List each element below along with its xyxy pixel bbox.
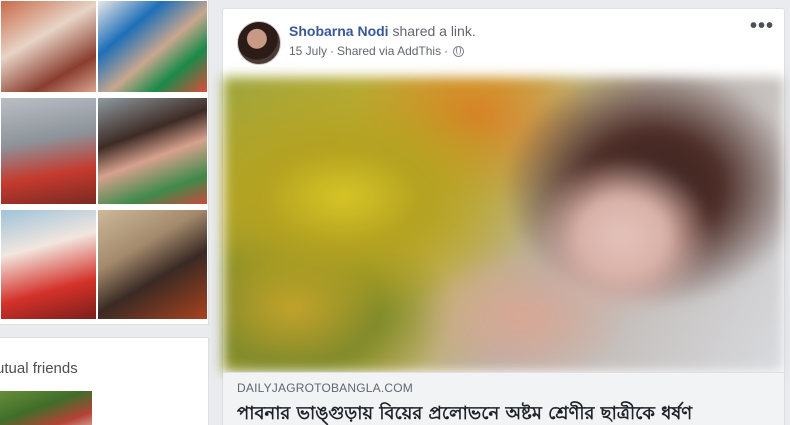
author-avatar[interactable] <box>237 21 281 65</box>
post-meta: 15 July · Shared via AddThis · <box>289 44 476 58</box>
photo-5[interactable] <box>0 209 97 320</box>
photo-2[interactable] <box>97 0 208 93</box>
photo-4[interactable] <box>97 97 208 205</box>
photos-card <box>0 0 209 325</box>
post-card: Shobarna Nodi shared a link. 15 July · S… <box>222 8 785 425</box>
meta-separator: · <box>330 44 335 58</box>
mutual-friends-title[interactable]: utual friends <box>0 360 78 377</box>
link-preview-image[interactable] <box>223 77 784 372</box>
photo-1[interactable] <box>0 0 97 93</box>
author-name-link[interactable]: Shobarna Nodi <box>289 23 389 39</box>
friend-photo[interactable] <box>0 391 92 425</box>
post-date-link[interactable]: 15 July <box>289 44 327 58</box>
meta-separator-2: · <box>444 44 449 58</box>
post-header: Shobarna Nodi shared a link. 15 July · S… <box>289 23 476 58</box>
mutual-friends-card: utual friends <box>0 337 209 425</box>
post-action-text: shared a link. <box>392 23 476 39</box>
link-domain: DAILYJAGROTOBANGLA.COM <box>237 381 413 395</box>
globe-icon[interactable] <box>453 45 465 57</box>
shared-via-text: Shared via AddThis <box>337 44 442 58</box>
photo-6[interactable] <box>97 209 208 320</box>
left-column: utual friends <box>0 0 209 425</box>
author-line: Shobarna Nodi shared a link. <box>289 23 476 39</box>
more-options-icon[interactable]: ••• <box>750 16 774 36</box>
link-title[interactable]: পাবনার ভাঙ্গুড়ায় বিয়ের প্রলোভনে অষ্টম… <box>237 399 772 425</box>
photo-3[interactable] <box>0 97 97 205</box>
link-preview-footer[interactable]: DAILYJAGROTOBANGLA.COM পাবনার ভাঙ্গুড়ায… <box>223 372 784 425</box>
